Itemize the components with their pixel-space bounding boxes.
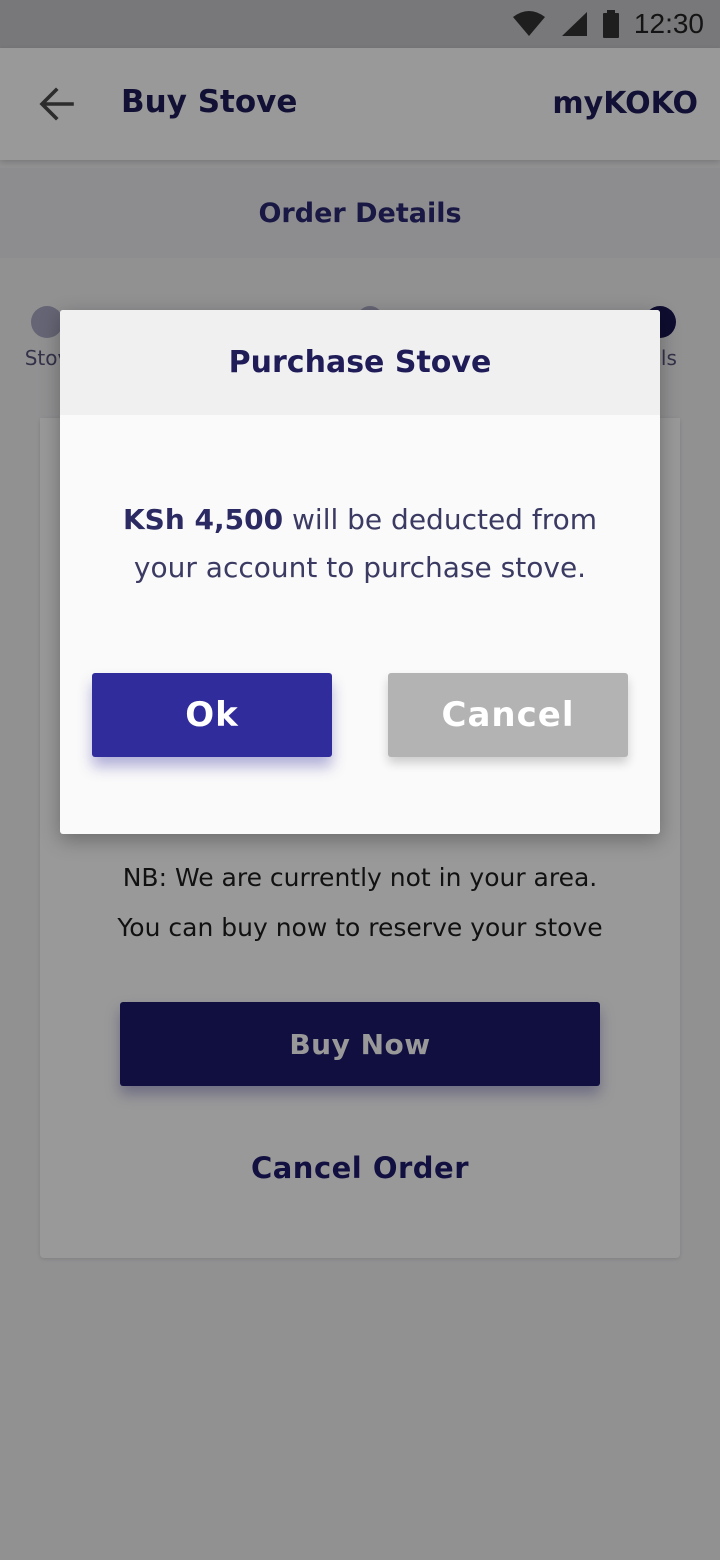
ok-button[interactable]: Ok bbox=[92, 673, 332, 757]
amount-text: KSh 4,500 bbox=[122, 503, 284, 536]
dialog-message: KSh 4,500 will be deducted from your acc… bbox=[90, 496, 630, 592]
dialog-title: Purchase Stove bbox=[60, 310, 660, 415]
purchase-dialog: Purchase Stove KSh 4,500 will be deducte… bbox=[60, 310, 660, 834]
cancel-button[interactable]: Cancel bbox=[388, 673, 628, 757]
